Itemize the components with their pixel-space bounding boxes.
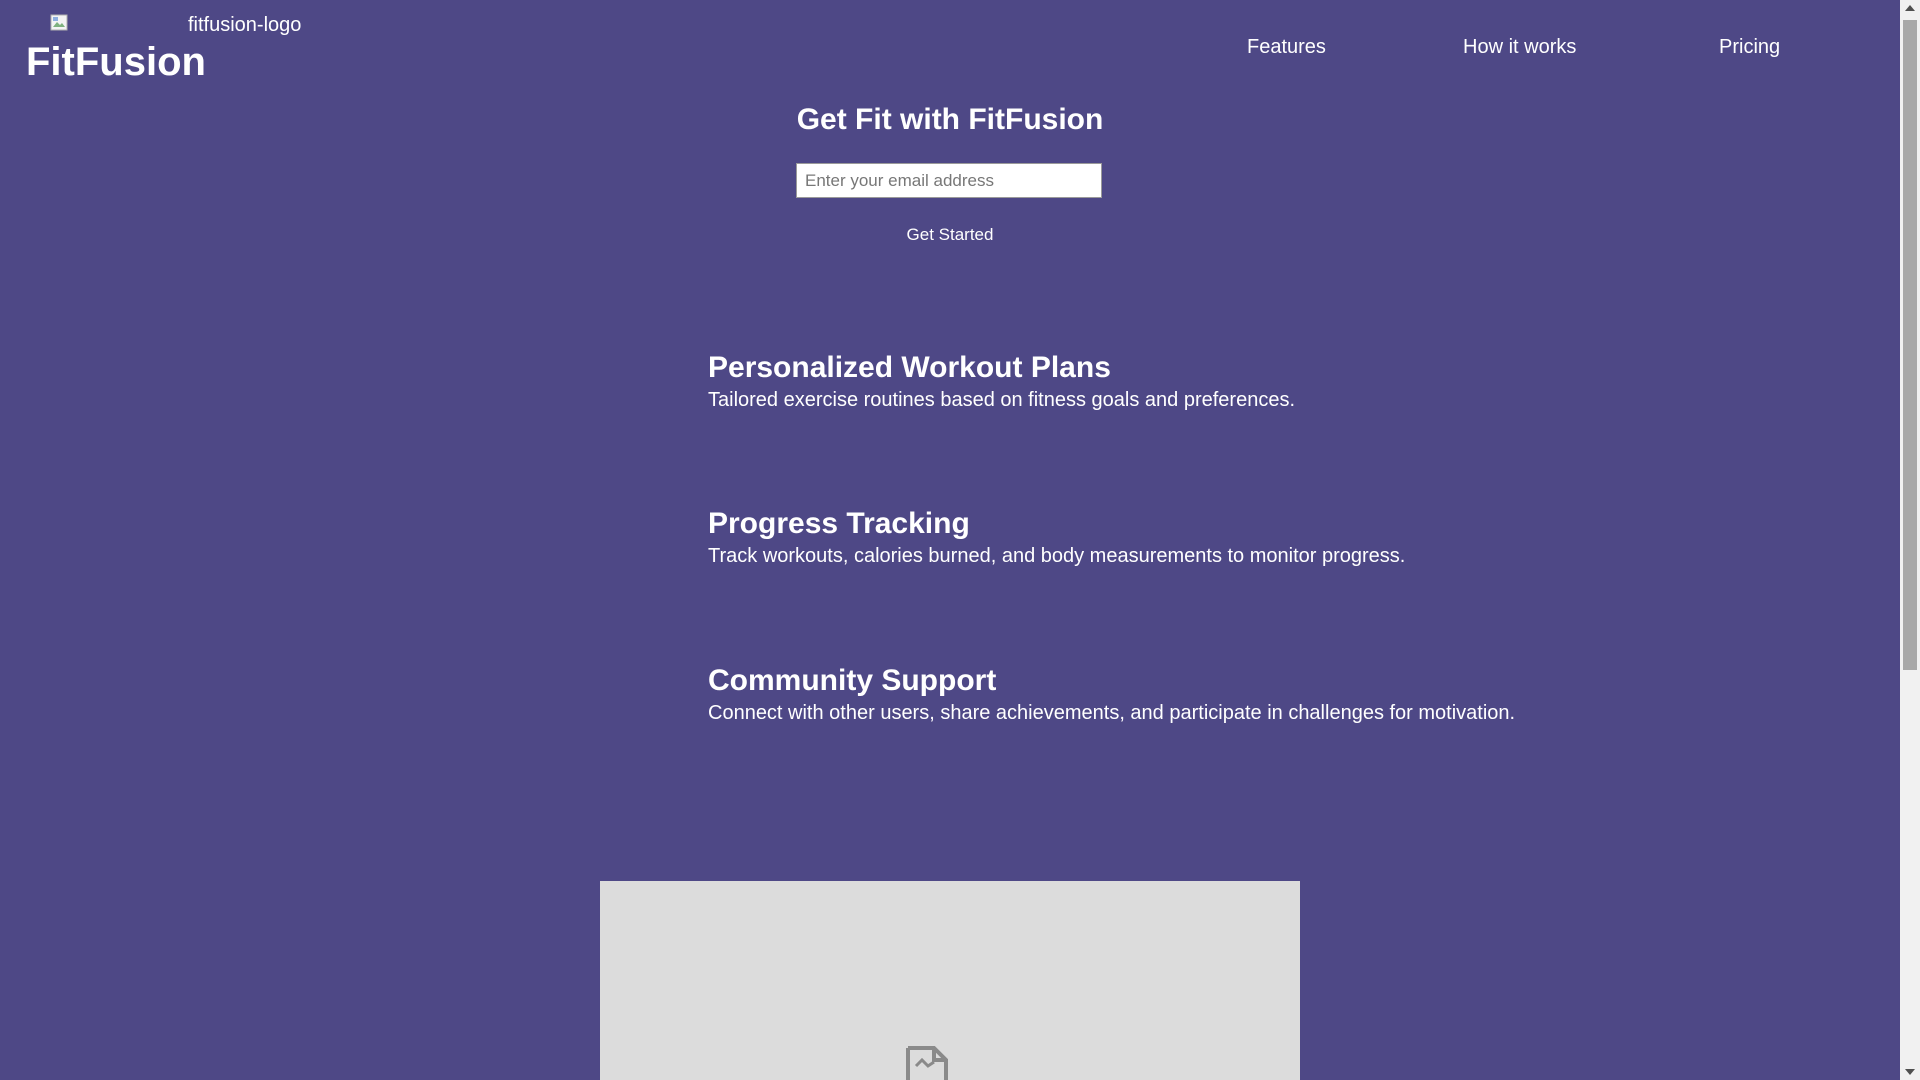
image-placeholder-icon xyxy=(906,1046,948,1080)
nav-link-pricing[interactable]: Pricing xyxy=(1719,34,1780,60)
broken-image-icon xyxy=(50,14,68,31)
logo-alt-text: fitfusion-logo xyxy=(188,14,302,36)
email-input[interactable] xyxy=(796,163,1102,198)
feature-description: Tailored exercise routines based on fitn… xyxy=(708,389,1296,411)
scrollbar-thumb[interactable] xyxy=(1903,20,1917,670)
feature-item: Personalized Workout Plans Tailored exer… xyxy=(708,350,1608,414)
brand[interactable]: fitfusion-logo FitFusion xyxy=(26,10,326,90)
feature-title: Personalized Workout Plans xyxy=(708,351,1111,384)
feature-description: Connect with other users, share achievem… xyxy=(708,702,1516,724)
feature-description: Track workouts, calories burned, and bod… xyxy=(708,545,1406,567)
feature-title: Community Support xyxy=(708,664,997,697)
get-started-button[interactable]: Get Started xyxy=(860,222,1040,248)
feature-item: Progress Tracking Track workouts, calori… xyxy=(708,506,1608,570)
nav-link-features[interactable]: Features xyxy=(1247,34,1326,60)
vertical-scrollbar[interactable] xyxy=(1900,0,1920,1080)
main-nav: Features How it works Pricing xyxy=(1180,34,1820,64)
nav-link-how-it-works[interactable]: How it works xyxy=(1463,34,1576,60)
scroll-down-arrow-icon[interactable] xyxy=(1900,1062,1920,1080)
feature-item: Community Support Connect with other use… xyxy=(708,663,1608,727)
hero-title: Get Fit with FitFusion xyxy=(796,103,1104,136)
page: fitfusion-logo FitFusion Features How it… xyxy=(0,0,1900,1080)
feature-title: Progress Tracking xyxy=(708,507,970,540)
brand-name: FitFusion xyxy=(26,40,206,84)
scroll-up-arrow-icon[interactable] xyxy=(1900,0,1920,18)
media-placeholder xyxy=(600,881,1300,1080)
